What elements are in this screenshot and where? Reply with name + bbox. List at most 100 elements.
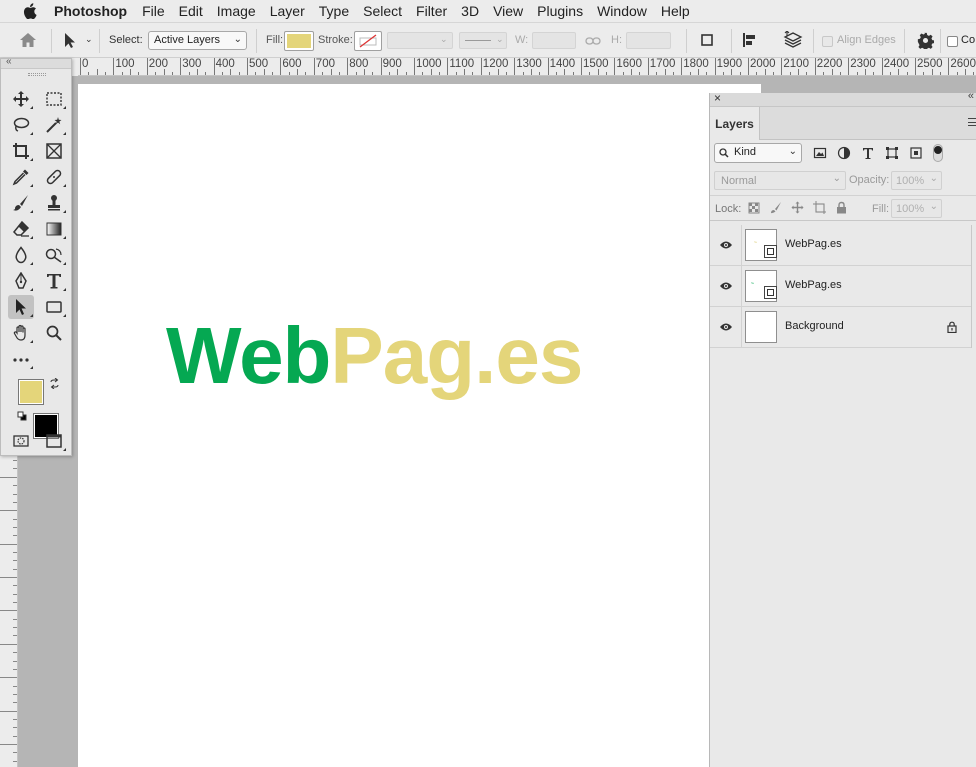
document-canvas[interactable]: WebPag.es: [78, 84, 761, 767]
eraser-tool[interactable]: [8, 217, 34, 241]
visibility-eye-icon[interactable]: [719, 239, 733, 251]
hand-tool[interactable]: [8, 321, 34, 345]
ruler-tick-line: [748, 58, 749, 75]
opacity-field[interactable]: 100% ⌄: [891, 171, 942, 190]
dodge-tool[interactable]: [41, 243, 67, 267]
height-field[interactable]: [626, 32, 671, 49]
filter-kind-dropdown[interactable]: Kind ⌄: [714, 143, 802, 163]
quick-mask-button[interactable]: [8, 429, 34, 453]
fill-field[interactable]: 100% ⌄: [891, 199, 942, 218]
tools-panel-header[interactable]: «: [1, 56, 71, 69]
visibility-eye-icon[interactable]: [719, 280, 733, 292]
filter-shape-icon[interactable]: [885, 146, 899, 160]
lock-position-icon[interactable]: [791, 201, 804, 214]
menu-file[interactable]: File: [135, 0, 172, 22]
zoom-tool[interactable]: [41, 321, 67, 345]
pen-tool[interactable]: [8, 269, 34, 293]
screen-mode-button[interactable]: [41, 429, 67, 453]
menu-select[interactable]: Select: [356, 0, 409, 22]
grip-icon[interactable]: [28, 73, 46, 76]
layers-panel-titlebar[interactable]: × «: [710, 90, 976, 107]
collapse-icon[interactable]: «: [6, 56, 12, 67]
lock-pixels-icon[interactable]: [769, 201, 782, 214]
lasso-tool[interactable]: [8, 113, 34, 137]
menu-type[interactable]: Type: [312, 0, 356, 22]
link-icon[interactable]: [585, 36, 601, 46]
crop-tool[interactable]: [8, 139, 34, 163]
layer-name[interactable]: WebPag.es: [785, 279, 842, 291]
magic-wand-tool[interactable]: [41, 113, 67, 137]
width-field[interactable]: [532, 32, 576, 49]
ruler-tick-label: 1800: [683, 58, 709, 70]
path-selection-tool[interactable]: [8, 295, 34, 319]
move-tool[interactable]: [8, 87, 34, 111]
marquee-tool[interactable]: [41, 87, 67, 111]
ruler-minor-tick: [0, 577, 17, 578]
type-tool[interactable]: [41, 269, 67, 293]
menu-filter[interactable]: Filter: [409, 0, 454, 22]
layer-row[interactable]: Background: [710, 307, 971, 348]
ruler-minor-tick: [940, 72, 942, 75]
close-icon[interactable]: ×: [714, 91, 721, 105]
brush-tool[interactable]: [8, 191, 34, 215]
apple-icon[interactable]: [20, 3, 40, 19]
gradient-tool[interactable]: [41, 217, 67, 241]
foreground-color-swatch[interactable]: [18, 379, 44, 405]
home-icon[interactable]: [19, 32, 37, 48]
lock-artboard-icon[interactable]: [813, 201, 826, 214]
path-selection-tool-icon[interactable]: [63, 32, 77, 49]
visibility-eye-icon[interactable]: [719, 321, 733, 333]
layer-row[interactable]: ~ WebPag.es: [710, 225, 971, 266]
filter-adjustment-icon[interactable]: [837, 146, 851, 160]
canvas-wordmark[interactable]: WebPag.es: [166, 310, 583, 402]
menu-window[interactable]: Window: [590, 0, 654, 22]
layer-name[interactable]: WebPag.es: [785, 238, 842, 250]
menu-app-name[interactable]: Photoshop: [54, 0, 135, 22]
filter-smart-object-icon[interactable]: [909, 146, 923, 160]
tab-layers[interactable]: Layers: [710, 107, 760, 140]
menu-plugins[interactable]: Plugins: [530, 0, 590, 22]
default-colors-icon[interactable]: [17, 411, 27, 421]
menu-3d[interactable]: 3D: [454, 0, 486, 22]
layer-row[interactable]: ~ WebPag.es: [710, 266, 971, 307]
panel-menu-icon[interactable]: [968, 118, 976, 126]
menu-view[interactable]: View: [486, 0, 530, 22]
constrain-checkbox[interactable]: [947, 36, 958, 47]
menu-layer[interactable]: Layer: [263, 0, 312, 22]
frame-tool[interactable]: [41, 139, 67, 163]
lock-icon[interactable]: [947, 321, 957, 333]
layers-scrollbar-track[interactable]: [971, 225, 972, 348]
swap-colors-icon[interactable]: [49, 378, 60, 389]
healing-brush-tool[interactable]: [41, 165, 67, 189]
align-edges-checkbox[interactable]: [822, 36, 833, 47]
stroke-swatch[interactable]: [354, 31, 382, 51]
edit-toolbar-button[interactable]: [8, 347, 34, 371]
blend-mode-dropdown[interactable]: Normal ⌄: [714, 171, 846, 190]
lock-transparent-icon[interactable]: [748, 202, 760, 214]
ruler-minor-tick: [255, 72, 257, 75]
rectangle-tool[interactable]: [41, 295, 67, 319]
filter-toggle[interactable]: [933, 144, 943, 162]
eyedropper-tool[interactable]: [8, 165, 34, 189]
gear-icon[interactable]: [917, 32, 934, 49]
menu-help[interactable]: Help: [654, 0, 697, 22]
clone-stamp-tool[interactable]: [41, 191, 67, 215]
filter-type-icon[interactable]: [861, 146, 875, 160]
ruler-minor-tick: [0, 744, 17, 745]
path-operations-icon[interactable]: [700, 33, 714, 47]
path-alignment-icon[interactable]: [742, 32, 758, 48]
path-arrangement-icon[interactable]: [783, 31, 803, 50]
ruler-minor-tick: [455, 72, 457, 75]
collapse-icon[interactable]: «: [968, 90, 974, 102]
chevron-down-icon[interactable]: ⌄: [85, 34, 93, 45]
fill-swatch[interactable]: [284, 31, 314, 51]
select-dropdown[interactable]: Active Layers ⌄: [148, 31, 247, 50]
menu-edit[interactable]: Edit: [172, 0, 210, 22]
filter-pixel-icon[interactable]: [813, 146, 827, 160]
blur-tool[interactable]: [8, 243, 34, 267]
lock-all-icon[interactable]: [836, 201, 847, 214]
menu-image[interactable]: Image: [210, 0, 263, 22]
layer-name[interactable]: Background: [785, 320, 844, 332]
blend-mode-value: Normal: [721, 175, 757, 187]
horizontal-ruler[interactable]: 0 100 200 300 400 500 600 700 800 900 1000 1100 1200…: [78, 58, 976, 76]
